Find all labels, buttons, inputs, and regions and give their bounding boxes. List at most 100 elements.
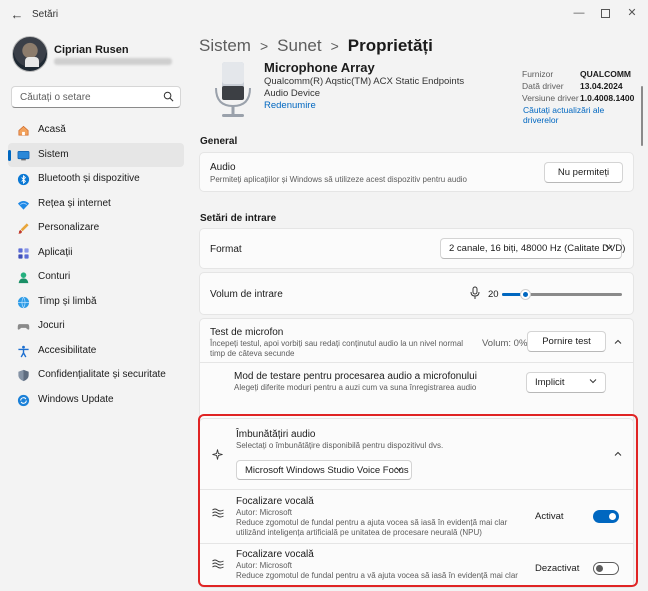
- maximize-button[interactable]: [592, 3, 618, 23]
- test-mode-subtitle: Alegeți diferite moduri pentru a auzi cu…: [234, 383, 477, 392]
- section-heading-input: Setări de intrare: [200, 213, 277, 224]
- chevron-down-icon: [605, 245, 613, 250]
- wifi-icon: [17, 200, 30, 210]
- sidebar-item-label: Sistem: [38, 148, 69, 160]
- device-description: Qualcomm(R) Aqstic(TM) ACX Static Endpoi…: [264, 76, 465, 99]
- window-title: Setări: [32, 9, 59, 20]
- sidebar-item-label: Accesibilitate: [38, 344, 97, 356]
- page-title: Proprietăți: [347, 36, 433, 55]
- search-input[interactable]: Căutați o setare: [11, 86, 181, 108]
- minimize-button[interactable]: —: [566, 3, 592, 23]
- divider: [200, 362, 633, 363]
- format-label: Format: [210, 244, 242, 255]
- start-test-button[interactable]: Pornire test: [527, 331, 606, 352]
- bluetooth-icon: [17, 173, 30, 186]
- provider-label: Furnizor: [522, 69, 554, 79]
- driver-version-label: Versiune driver: [522, 93, 579, 103]
- system-icon: [17, 150, 30, 160]
- audio-subtitle: Permiteți aplicațiilor și Windows să uti…: [210, 175, 467, 184]
- profile-email-redacted: [54, 58, 172, 65]
- format-card: Format 2 canale, 16 biți, 48000 Hz (Cali…: [199, 228, 634, 269]
- highlight-box: [198, 414, 638, 587]
- brush-icon: [18, 223, 29, 234]
- driver-date-value: 13.04.2024: [580, 81, 623, 91]
- input-volume-card: Volum de intrare 20: [199, 272, 634, 315]
- sidebar-item-label: Rețea și internet: [38, 197, 111, 209]
- person-icon: [18, 272, 29, 284]
- check-driver-updates-link[interactable]: Căutați actualizări ale driverelor: [523, 105, 630, 125]
- sidebar-item-label: Windows Update: [38, 393, 114, 405]
- chevron-right-icon: >: [330, 38, 339, 54]
- close-button[interactable]: ✕: [619, 3, 645, 23]
- breadcrumb-sistem[interactable]: Sistem: [199, 36, 251, 55]
- test-mode-title: Mod de testare pentru procesarea audio a…: [234, 371, 477, 382]
- sidebar-item-label: Timp și limbă: [38, 295, 97, 307]
- home-icon: [18, 125, 29, 136]
- chevron-down-icon: [589, 379, 597, 384]
- scrollbar[interactable]: [641, 86, 643, 146]
- sidebar-item-sistem[interactable]: Sistem: [8, 142, 184, 167]
- search-icon: [163, 91, 174, 102]
- driver-date-label: Dată driver: [522, 81, 564, 91]
- mic-test-volume: Volum: 0%: [482, 338, 528, 349]
- update-icon: [17, 394, 30, 406]
- audio-permission-card: Audio Permiteți aplicațiilor și Windows …: [199, 152, 634, 192]
- driver-version-value: 1.0.4008.1400: [580, 93, 635, 103]
- sidebar-item-retea[interactable]: Rețea și internet: [8, 192, 184, 216]
- mic-test-subtitle: Începeți testul, apoi vorbiți sau redați…: [210, 339, 464, 358]
- microphone-small-icon[interactable]: [470, 286, 480, 300]
- sidebar-item-personalizare[interactable]: Personalizare: [8, 216, 184, 240]
- chevron-up-icon[interactable]: [613, 337, 623, 347]
- sidebar-item-label: Confidențialitate și securitate: [38, 369, 166, 380]
- section-heading-general: General: [200, 136, 238, 147]
- globe-clock-icon: [17, 296, 30, 309]
- shield-icon: [18, 369, 29, 382]
- provider-value: QUALCOMM: [580, 69, 631, 79]
- driver-info-values: QUALCOMM 13.04.2024 1.0.4008.1400: [580, 68, 634, 104]
- volume-slider-thumb[interactable]: [520, 289, 531, 300]
- microphone-icon: [215, 62, 251, 117]
- sidebar-nav: Acasă Sistem Bluetooth și dispozitive Re…: [8, 118, 184, 412]
- sidebar-item-accesibilitate[interactable]: Accesibilitate: [8, 339, 184, 363]
- breadcrumb-sunet[interactable]: Sunet: [277, 36, 321, 55]
- format-value: 2 canale, 16 biți, 48000 Hz (Calitate DV…: [449, 243, 626, 254]
- sidebar-item-timp-limba[interactable]: Timp și limbă: [8, 290, 184, 314]
- user-profile[interactable]: Ciprian Rusen: [12, 36, 192, 76]
- accessibility-icon: [18, 345, 29, 357]
- deny-audio-button[interactable]: Nu permiteți: [544, 162, 623, 183]
- input-volume-label: Volum de intrare: [210, 289, 283, 300]
- apps-icon: [18, 247, 29, 259]
- driver-info-labels: Furnizor Dată driver Versiune driver: [522, 68, 579, 104]
- input-volume-value: 20: [488, 289, 499, 300]
- sidebar-item-label: Acasă: [38, 124, 66, 135]
- avatar: [12, 36, 48, 72]
- search-placeholder: Căutați o setare: [20, 92, 91, 103]
- mic-test-card: Test de microfon Începeți testul, apoi v…: [199, 318, 634, 424]
- sidebar-item-label: Conturi: [38, 271, 71, 282]
- sidebar-item-acasa[interactable]: Acasă: [8, 118, 184, 142]
- gamepad-icon: [17, 324, 30, 330]
- sidebar-item-label: Aplicații: [38, 246, 73, 258]
- sidebar-item-windows-update[interactable]: Windows Update: [8, 388, 184, 412]
- test-mode-dropdown[interactable]: Implicit: [526, 372, 606, 393]
- profile-name: Ciprian Rusen: [54, 44, 129, 56]
- sidebar-item-confidentialitate[interactable]: Confidențialitate și securitate: [8, 363, 184, 387]
- audio-title: Audio: [210, 162, 236, 173]
- sidebar-item-jocuri[interactable]: Jocuri: [8, 314, 184, 338]
- sidebar-item-bluetooth[interactable]: Bluetooth și dispozitive: [8, 167, 184, 191]
- sidebar-item-aplicatii[interactable]: Aplicații: [8, 241, 184, 265]
- breadcrumb: Sistem > Sunet > Proprietăți: [199, 36, 433, 56]
- chevron-right-icon: >: [259, 38, 269, 54]
- rename-link[interactable]: Redenumire: [264, 100, 316, 111]
- sidebar-item-label: Bluetooth și dispozitive: [38, 173, 140, 184]
- back-arrow-icon[interactable]: ←: [8, 6, 26, 24]
- test-mode-value: Implicit: [535, 377, 565, 388]
- device-name: Microphone Array: [264, 62, 375, 75]
- device-header: Microphone Array Qualcomm(R) Aqstic(TM) …: [200, 62, 634, 125]
- sidebar-item-conturi[interactable]: Conturi: [8, 265, 184, 289]
- sidebar-item-label: Personalizare: [38, 222, 100, 233]
- sidebar-item-label: Jocuri: [38, 320, 65, 331]
- format-dropdown[interactable]: 2 canale, 16 biți, 48000 Hz (Calitate DV…: [440, 238, 626, 259]
- mic-test-title: Test de microfon: [210, 327, 284, 338]
- title-bar: ← Setări — ✕: [0, 0, 648, 30]
